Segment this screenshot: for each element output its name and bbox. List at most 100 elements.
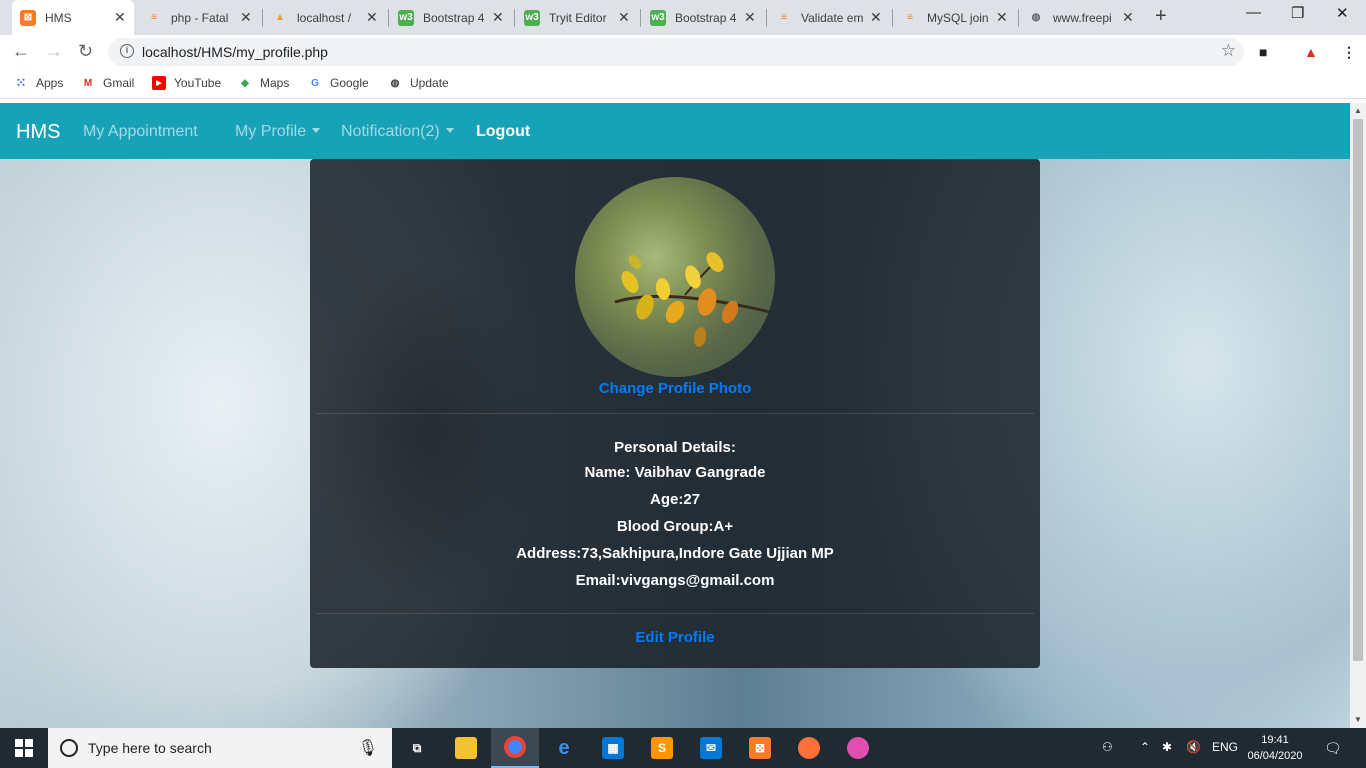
windows-start-button[interactable] (0, 728, 48, 768)
close-tab-icon[interactable]: ✕ (114, 9, 126, 26)
scroll-up-arrow-icon[interactable]: ▲ (1354, 106, 1362, 115)
windows-logo-icon (15, 739, 33, 757)
taskbar-edge[interactable]: e (540, 728, 588, 768)
mail-icon: ✉ (700, 737, 722, 759)
tab-separator (1018, 9, 1019, 27)
tab-freepik[interactable]: ◍ www.freepi ✕ (1020, 0, 1142, 35)
change-profile-photo-link[interactable]: Change Profile Photo (310, 380, 1040, 397)
tab-separator (640, 9, 641, 27)
bookmark-gmail[interactable]: M Gmail (81, 76, 135, 90)
close-tab-icon[interactable]: ✕ (366, 9, 378, 26)
nav-notification-label: Notification(2) (341, 123, 440, 140)
edge-icon: e (558, 736, 570, 759)
extension-icon[interactable]: ▲ (1304, 44, 1318, 60)
google-icon: G (311, 77, 319, 89)
wifi-icon[interactable]: ✱ (1162, 740, 1172, 754)
globe-icon: ◍ (390, 77, 400, 89)
nav-notification-dropdown[interactable]: Notification(2) (341, 123, 454, 141)
tab-localhost[interactable]: ▲ localhost / ✕ (264, 0, 386, 35)
taskbar-sublime[interactable]: S (638, 728, 686, 768)
show-hidden-icons-chevron-icon[interactable]: ⌃ (1140, 740, 1150, 754)
minimize-icon[interactable]: — (1246, 4, 1261, 21)
tab-separator (766, 9, 767, 27)
xampp-icon: ⊠ (20, 9, 36, 26)
tab-hms[interactable]: ⊠ HMS ✕ (12, 0, 134, 35)
bookmark-youtube[interactable]: ▶ YouTube (152, 76, 221, 90)
nav-my-appointment[interactable]: My Appointment (83, 123, 198, 141)
taskbar-mail[interactable]: ✉ (687, 728, 735, 768)
close-tab-icon[interactable]: ✕ (240, 9, 252, 26)
language-indicator[interactable]: ENG (1212, 740, 1238, 754)
close-window-icon[interactable]: ✕ (1336, 4, 1349, 22)
nav-logout[interactable]: Logout (476, 123, 530, 141)
taskbar-search-box[interactable]: Type here to search 🎙 (48, 728, 392, 768)
page-scrollbar[interactable]: ▲ ▼ (1350, 103, 1366, 728)
w3schools-icon: w3 (650, 9, 666, 26)
browser-tab-strip: ⊠ HMS ✕ ≡ php - Fatal ✕ ▲ localhost / ✕ … (0, 0, 1366, 35)
bookmark-maps[interactable]: ◆ Maps (238, 76, 289, 90)
leaves-illustration (614, 252, 771, 347)
back-arrow-icon[interactable]: ← (12, 41, 30, 62)
cortana-icon (60, 739, 78, 757)
close-tab-icon[interactable]: ✕ (744, 9, 756, 26)
scroll-down-arrow-icon[interactable]: ▼ (1354, 715, 1362, 724)
url-text[interactable]: localhost/HMS/my_profile.php (142, 44, 328, 60)
stackoverflow-icon: ≡ (151, 12, 157, 23)
bookmark-star-icon[interactable]: ☆ (1221, 41, 1236, 61)
windows-taskbar: Type here to search 🎙 ⧉ e ▦ S ✉ ⊠ ⚇ ⌃ ✱ … (0, 728, 1366, 768)
tab-php-fatal[interactable]: ≡ php - Fatal ✕ (138, 0, 260, 35)
nav-my-profile-dropdown[interactable]: My Profile (235, 123, 321, 141)
paint-3d-icon (847, 737, 869, 759)
close-tab-icon[interactable]: ✕ (492, 9, 504, 26)
taskbar-chrome[interactable] (491, 728, 539, 768)
detail-age: Age:27 (649, 491, 701, 508)
taskbar-clock[interactable]: 19:41 06/04/2020 (1240, 732, 1310, 764)
address-bar[interactable]: i localhost/HMS/my_profile.php ☆ (108, 38, 1244, 66)
taskbar-search-placeholder: Type here to search (88, 740, 212, 756)
maximize-icon[interactable]: ❐ (1291, 4, 1304, 22)
tab-mysql-join[interactable]: ≡ MySQL join ✕ (894, 0, 1016, 35)
taskbar-xampp[interactable]: ⊠ (736, 728, 784, 768)
taskbar-paint3d[interactable] (834, 728, 882, 768)
gmail-icon: M (83, 77, 93, 89)
sublime-text-icon: S (651, 737, 673, 759)
stackoverflow-icon: ≡ (781, 12, 787, 23)
camera-icon[interactable]: ■ (1259, 44, 1267, 60)
tab-bootstrap-4[interactable]: w3 Bootstrap 4 ✕ (390, 0, 512, 35)
folder-icon (455, 737, 477, 759)
taskbar-firefox[interactable] (785, 728, 833, 768)
task-view-button[interactable]: ⧉ (393, 728, 441, 768)
close-tab-icon[interactable]: ✕ (1122, 9, 1134, 26)
bookmark-google[interactable]: G Google (308, 76, 369, 90)
bookmark-apps[interactable]: ⁙ Apps (14, 75, 64, 90)
forward-arrow-icon[interactable]: → (45, 41, 63, 62)
detail-blood-group: Blood Group:A+ (616, 518, 734, 535)
tab-tryit-editor[interactable]: w3 Tryit Editor ✕ (516, 0, 638, 35)
close-tab-icon[interactable]: ✕ (870, 9, 882, 26)
site-info-icon[interactable]: i (120, 44, 134, 58)
menu-kebab-icon[interactable]: ⋮ (1342, 44, 1356, 61)
volume-muted-icon[interactable]: 🔇 (1186, 740, 1201, 754)
close-tab-icon[interactable]: ✕ (996, 9, 1008, 26)
people-icon[interactable]: ⚇ (1102, 740, 1113, 754)
edit-profile-link[interactable]: Edit Profile (310, 629, 1040, 646)
phpmyadmin-icon: ▲ (275, 12, 285, 23)
tab-bootstrap-4-second[interactable]: w3 Bootstrap 4 ✕ (642, 0, 764, 35)
tab-separator (262, 9, 263, 27)
scrollbar-thumb[interactable] (1353, 119, 1363, 661)
browser-toolbar: ← → ↻ i localhost/HMS/my_profile.php ☆ ■… (0, 35, 1366, 69)
site-navbar: HMS My Appointment My Profile Notificati… (0, 103, 1350, 159)
close-tab-icon[interactable]: ✕ (618, 9, 630, 26)
apps-grid-icon: ⁙ (15, 75, 27, 90)
tab-validate-email[interactable]: ≡ Validate em ✕ (768, 0, 890, 35)
microphone-icon[interactable]: 🎙 (358, 738, 378, 758)
taskbar-store[interactable]: ▦ (589, 728, 637, 768)
firefox-icon (798, 737, 820, 759)
taskbar-file-explorer[interactable] (442, 728, 490, 768)
new-tab-plus-icon[interactable]: + (1155, 5, 1167, 28)
navbar-brand[interactable]: HMS (16, 121, 60, 144)
page-viewport: HMS My Appointment My Profile Notificati… (0, 103, 1350, 728)
reload-icon[interactable]: ↻ (78, 41, 93, 62)
bookmark-update[interactable]: ◍ Update (388, 76, 449, 90)
action-center-icon[interactable]: 🗨 (1324, 740, 1342, 757)
